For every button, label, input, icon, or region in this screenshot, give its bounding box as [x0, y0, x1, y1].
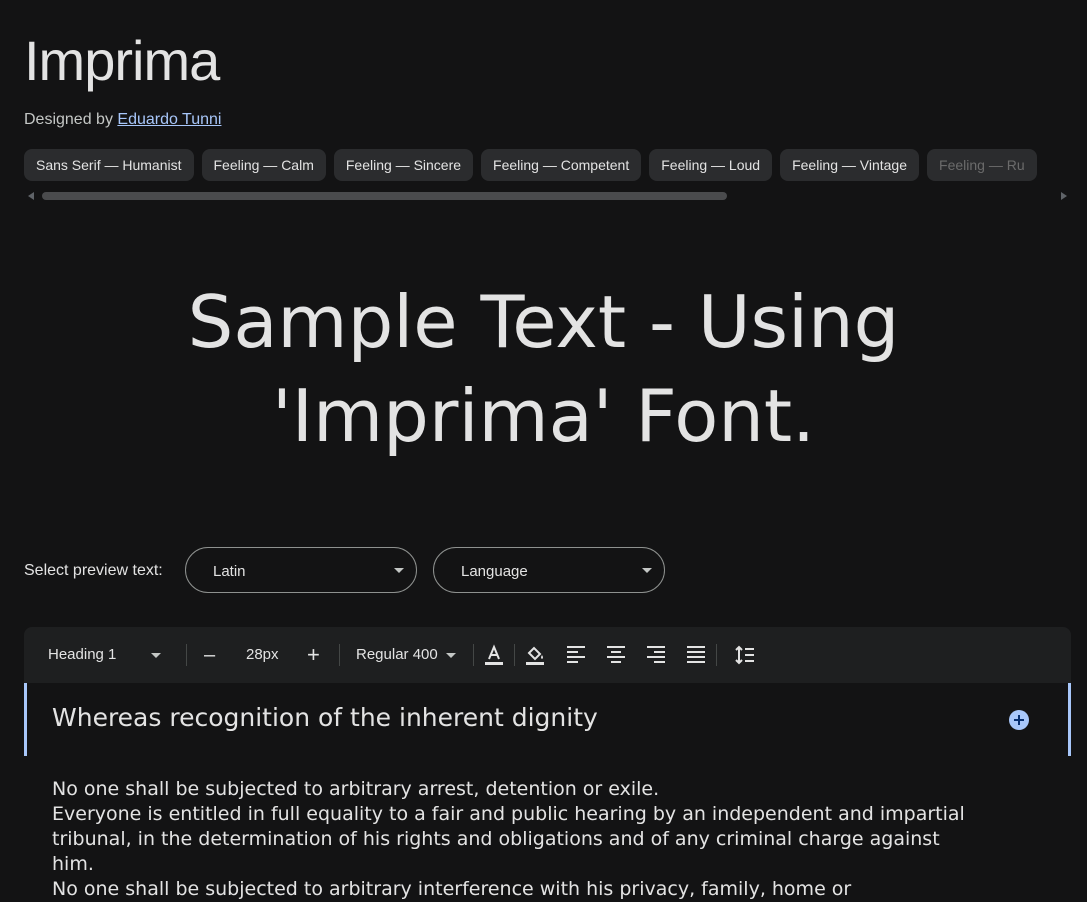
toolbar-divider — [339, 644, 340, 666]
designed-by-label: Designed by — [24, 111, 113, 128]
toolbar-divider — [716, 644, 717, 666]
tag-chip[interactable]: Feeling — Loud — [649, 149, 773, 181]
dropdown-arrow-icon — [446, 653, 456, 658]
text-style-value: Heading 1 — [48, 646, 117, 663]
dropdown-arrow-icon — [151, 653, 161, 658]
text-color-icon[interactable] — [482, 643, 506, 667]
editor-paragraph: No one shall be subjected to arbitrary a… — [52, 778, 660, 800]
language-select[interactable]: Language — [433, 547, 665, 593]
editor-heading[interactable]: Whereas recognition of the inherent dign… — [52, 703, 598, 732]
scroll-right-icon[interactable] — [1061, 192, 1067, 200]
dropdown-arrow-icon — [642, 568, 652, 573]
font-title: Imprima — [24, 29, 220, 92]
align-left-icon[interactable] — [564, 643, 588, 667]
align-right-icon[interactable] — [644, 643, 668, 667]
tag-chip[interactable]: Sans Serif — Humanist — [24, 149, 194, 181]
editor-body[interactable]: No one shall be subjected to arbitrary a… — [52, 777, 982, 902]
tags-scrollbar[interactable] — [24, 189, 1071, 203]
increase-size-button[interactable]: + — [307, 627, 320, 683]
scroll-left-icon[interactable] — [28, 192, 34, 200]
sample-line-2: 'Imprima' Font. — [271, 374, 816, 458]
toolbar-divider — [514, 644, 515, 666]
editor-paragraph: Everyone is entitled in full equality to… — [52, 803, 965, 875]
scrollbar-thumb[interactable] — [42, 192, 727, 200]
align-justify-icon[interactable] — [684, 643, 708, 667]
focus-indicator — [24, 683, 27, 756]
highlight-color-icon[interactable] — [523, 643, 547, 667]
designer-line: Designed by Eduardo Tunni — [24, 111, 221, 129]
designer-link[interactable]: Eduardo Tunni — [117, 111, 221, 128]
toolbar-divider — [186, 644, 187, 666]
decrease-size-button[interactable]: – — [204, 627, 215, 683]
text-style-select[interactable]: Heading 1 — [48, 627, 168, 683]
editor-heading-block[interactable]: Whereas recognition of the inherent dign… — [24, 683, 1071, 756]
script-select-value: Latin — [213, 563, 246, 580]
font-weight-value: Regular 400 — [356, 646, 438, 663]
font-size-value[interactable]: 28px — [246, 627, 279, 683]
add-block-icon[interactable] — [1009, 710, 1029, 730]
tag-list: Sans Serif — Humanist Feeling — Calm Fee… — [24, 149, 1087, 181]
dropdown-arrow-icon — [394, 568, 404, 573]
toolbar-divider — [473, 644, 474, 666]
sample-line-1: Sample Text - Using — [187, 280, 900, 364]
sample-text-preview: Sample Text - Using 'Imprima' Font. — [0, 275, 1087, 463]
tag-chip[interactable]: Feeling — Ru — [927, 149, 1037, 181]
line-height-icon[interactable] — [733, 643, 757, 667]
font-weight-select[interactable]: Regular 400 — [356, 627, 466, 683]
tag-chip[interactable]: Feeling — Sincere — [333, 149, 474, 181]
tag-chip[interactable]: Feeling — Vintage — [780, 149, 920, 181]
align-center-icon[interactable] — [604, 643, 628, 667]
editor-paragraph: No one shall be subjected to arbitrary i… — [52, 878, 852, 900]
focus-indicator — [1068, 683, 1071, 756]
editor-toolbar: Heading 1 – 28px + Regular 400 — [24, 627, 1071, 683]
script-select[interactable]: Latin — [185, 547, 417, 593]
language-select-value: Language — [461, 563, 528, 580]
tag-chip[interactable]: Feeling — Competent — [481, 149, 642, 181]
preview-text-label: Select preview text: — [24, 562, 163, 579]
tag-chip[interactable]: Feeling — Calm — [201, 149, 326, 181]
